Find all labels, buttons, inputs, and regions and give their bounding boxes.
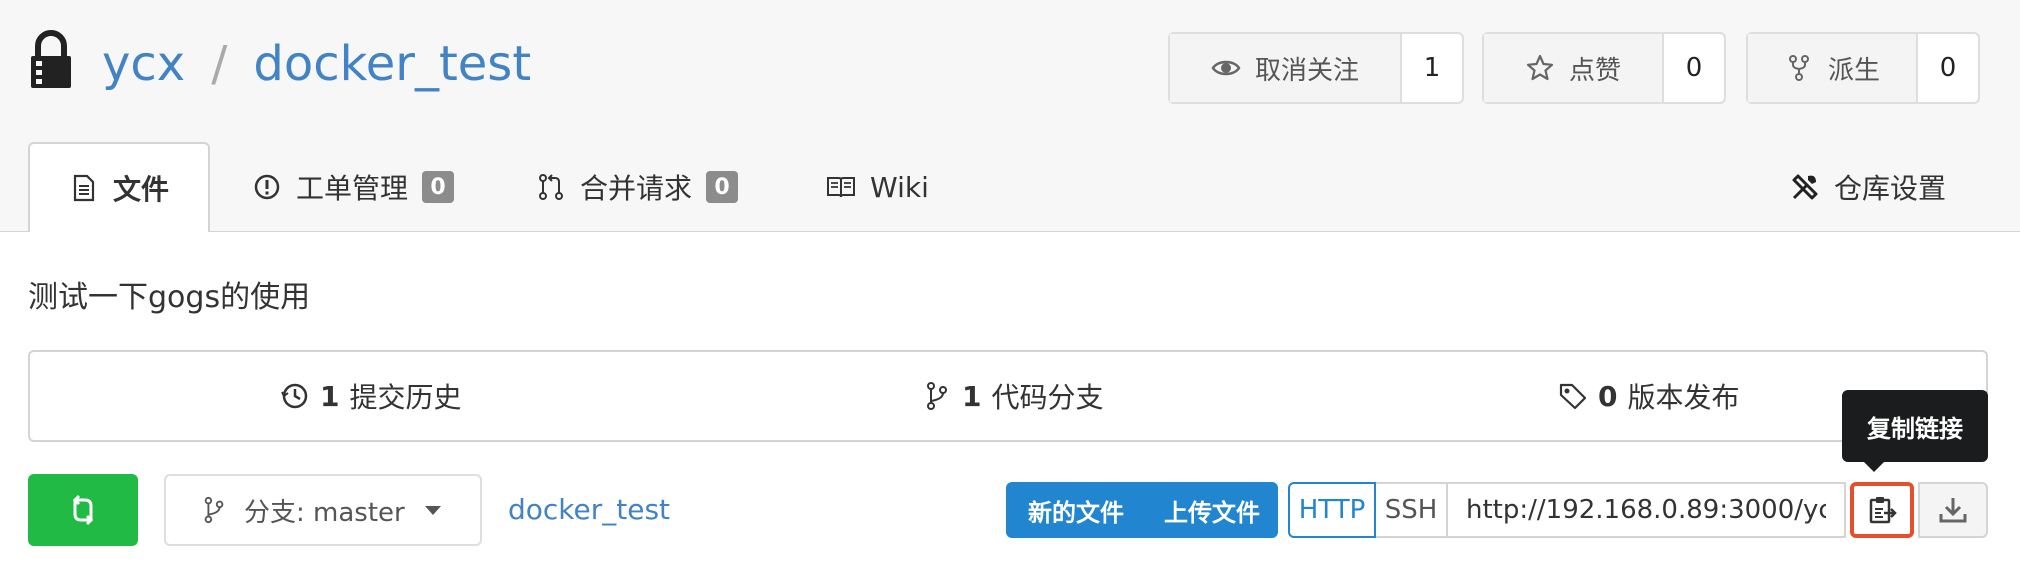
fork-icon [1788, 55, 1809, 81]
star-button-main[interactable]: 点赞 [1484, 34, 1664, 102]
tab-settings-label: 仓库设置 [1834, 172, 1947, 205]
compare-button[interactable] [28, 474, 138, 546]
branch-icon [204, 496, 224, 524]
repo-owner-link[interactable]: ycx [102, 36, 185, 92]
tab-pull-requests[interactable]: 合并请求 0 [536, 142, 739, 232]
pull-requests-count-badge: 0 [706, 171, 739, 203]
star-button[interactable]: 点赞 0 [1482, 32, 1726, 104]
tools-icon [1792, 174, 1818, 200]
branches-stat[interactable]: 1 代码分支 [922, 352, 1104, 440]
tab-pull-requests-label: 合并请求 [580, 172, 693, 205]
clipboard-icon [1869, 497, 1897, 524]
star-icon [1526, 54, 1554, 81]
tag-icon [1559, 383, 1587, 410]
repo-description: 测试一下gogs的使用 [28, 280, 311, 315]
commits-label: 提交历史 [349, 381, 462, 414]
fork-button[interactable]: 派生 0 [1746, 32, 1980, 104]
path-breadcrumb-link[interactable]: docker_test [508, 488, 670, 532]
watch-button-main[interactable]: 取消关注 [1170, 34, 1402, 102]
branch-icon [927, 382, 947, 410]
branches-label: 代码分支 [991, 381, 1104, 414]
star-count[interactable]: 0 [1664, 34, 1724, 102]
clone-url-input[interactable] [1448, 482, 1846, 538]
file-icon [73, 174, 95, 202]
tab-issues[interactable]: 工单管理 0 [252, 142, 455, 232]
branch-dropdown[interactable]: 分支: master [164, 474, 482, 546]
branch-dropdown-label: 分支: master [244, 497, 405, 528]
eye-icon [1211, 60, 1241, 76]
tab-files[interactable]: 文件 [28, 142, 210, 232]
copy-url-tooltip: 复制链接 [1842, 390, 1988, 472]
commits-count: 1 [320, 379, 340, 413]
repo-stats-bar: 1 提交历史 1 代码分支 0 版本发布 [28, 350, 1988, 442]
copy-url-button[interactable] [1850, 482, 1914, 538]
download-button[interactable] [1918, 482, 1988, 538]
upload-file-button[interactable]: 上传文件 [1146, 482, 1278, 538]
releases-stat[interactable]: 0 版本发布 [1558, 352, 1740, 440]
tab-wiki-label: Wiki [870, 170, 929, 204]
http-protocol-button[interactable]: HTTP [1288, 482, 1376, 538]
chevron-down-icon [424, 505, 441, 515]
pull-request-icon [539, 174, 563, 200]
download-icon [1939, 498, 1967, 523]
new-file-button[interactable]: 新的文件 [1006, 482, 1146, 538]
compare-icon [72, 494, 94, 526]
releases-label: 版本发布 [1627, 381, 1740, 414]
watch-count[interactable]: 1 [1402, 34, 1462, 102]
repo-title: ycx / docker_test [102, 34, 531, 94]
tab-files-label: 文件 [112, 173, 169, 206]
lock-icon [31, 30, 71, 88]
fork-label: 派生 [1827, 55, 1880, 86]
watch-button[interactable]: 取消关注 1 [1168, 32, 1464, 104]
book-icon [827, 177, 855, 198]
branches-count: 1 [962, 379, 982, 413]
repo-separator: / [211, 36, 228, 92]
repo-name-link[interactable]: docker_test [253, 36, 531, 92]
releases-count: 0 [1598, 379, 1618, 413]
issues-count-badge: 0 [422, 171, 455, 203]
tab-settings[interactable]: 仓库设置 [1790, 142, 1946, 232]
watch-label: 取消关注 [1254, 55, 1359, 86]
fork-button-main[interactable]: 派生 [1748, 34, 1918, 102]
star-label: 点赞 [1568, 55, 1621, 86]
commits-stat[interactable]: 1 提交历史 [280, 352, 462, 440]
tab-issues-label: 工单管理 [296, 172, 409, 205]
issue-icon [254, 174, 280, 200]
ssh-protocol-button[interactable]: SSH [1376, 482, 1448, 538]
history-icon [281, 383, 308, 409]
fork-count[interactable]: 0 [1918, 34, 1978, 102]
tab-wiki[interactable]: Wiki [826, 142, 929, 232]
